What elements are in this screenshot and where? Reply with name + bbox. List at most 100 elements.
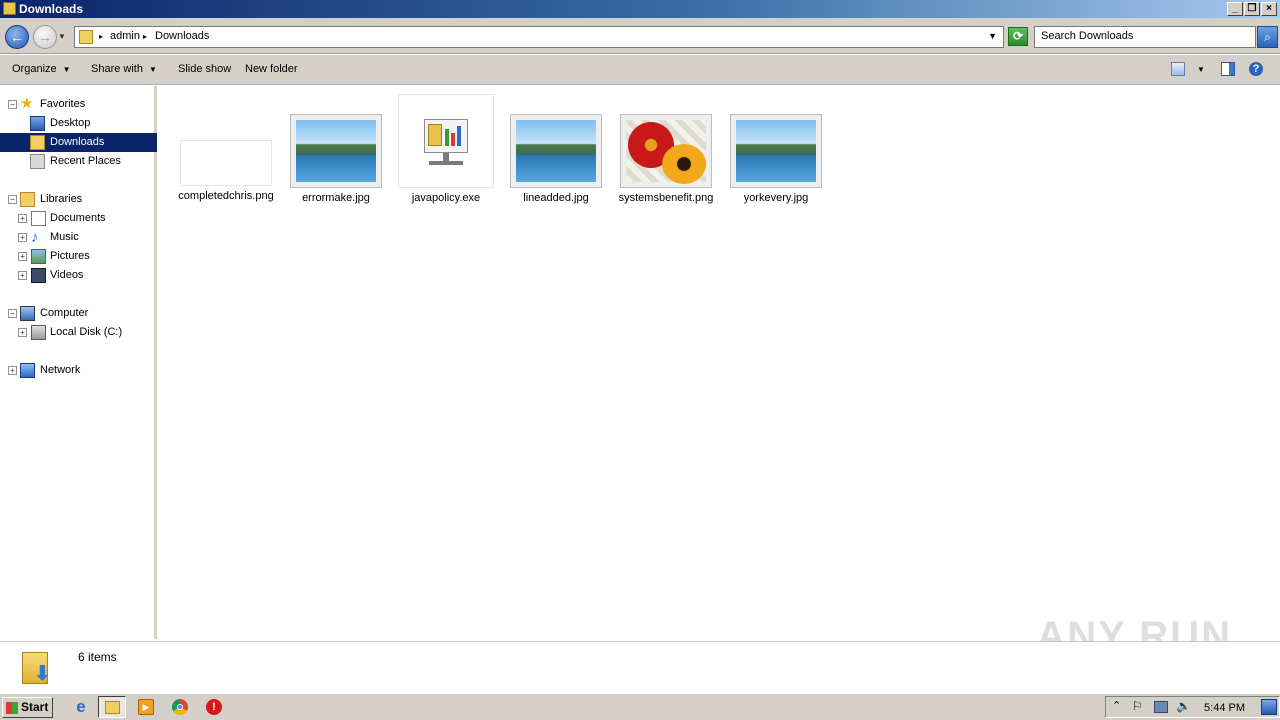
file-name: yorkevery.jpg xyxy=(743,192,809,204)
start-label: Start xyxy=(21,700,49,714)
search-icon[interactable]: ⌕ xyxy=(1257,26,1278,48)
expand-documents-icon[interactable]: + xyxy=(18,214,27,223)
expand-local-disk-icon[interactable]: + xyxy=(18,328,27,337)
expand-music-icon[interactable]: + xyxy=(18,233,27,242)
chevron-down-icon: ▼ xyxy=(62,65,71,74)
nav-favorites[interactable]: Favorites xyxy=(40,95,85,114)
file-item[interactable]: lineadded.jpg xyxy=(501,94,611,204)
restore-button[interactable]: ❐ xyxy=(1244,2,1260,16)
organize-label: Organize xyxy=(12,63,57,75)
internet-explorer-icon[interactable]: e xyxy=(67,696,95,718)
file-item[interactable]: errormake.jpg xyxy=(281,94,391,204)
collapse-computer-icon[interactable]: − xyxy=(8,309,17,318)
libraries-icon xyxy=(20,192,35,207)
network-status-icon[interactable] xyxy=(1154,701,1168,713)
landscape-thumbnail xyxy=(290,114,382,188)
action-center-flag-icon[interactable]: ⚐ xyxy=(1132,699,1143,713)
music-icon: ♪ xyxy=(31,229,39,246)
computer-icon xyxy=(20,306,35,321)
system-tray: ⌃ ⚐ 🔈 5:44 PM xyxy=(1105,696,1280,718)
nav-documents[interactable]: Documents xyxy=(50,209,106,228)
nav-libraries[interactable]: Libraries xyxy=(40,190,82,209)
preview-pane-icon[interactable] xyxy=(1221,62,1235,76)
nav-desktop[interactable]: Desktop xyxy=(50,114,90,133)
expand-pictures-icon[interactable]: + xyxy=(18,252,27,261)
nav-network[interactable]: Network xyxy=(40,361,80,380)
change-view-icon[interactable] xyxy=(1171,62,1185,76)
nav-downloads-selected[interactable]: Downloads xyxy=(0,133,157,152)
address-box[interactable]: ▸ admin ▸ Downloads ▼ xyxy=(74,26,1004,48)
file-name: lineadded.jpg xyxy=(523,192,589,204)
videos-icon xyxy=(31,268,46,283)
view-options-dropdown[interactable]: ▼ xyxy=(1197,65,1205,74)
help-icon[interactable]: ? xyxy=(1249,62,1263,76)
new-folder-button[interactable]: New folder xyxy=(245,63,298,75)
recent-pages-dropdown[interactable]: ▼ xyxy=(58,32,68,42)
windows-logo-icon xyxy=(6,702,18,714)
nav-videos[interactable]: Videos xyxy=(50,266,83,285)
file-item[interactable]: javapolicy.exe xyxy=(391,94,501,204)
file-item[interactable]: yorkevery.jpg xyxy=(721,94,831,204)
show-desktop-icon[interactable] xyxy=(1261,699,1277,715)
installer-icon xyxy=(398,94,494,188)
recent-places-icon xyxy=(30,154,45,169)
file-name: completedchris.png xyxy=(178,190,274,202)
file-item[interactable]: completedchris.png xyxy=(171,94,281,202)
file-name: systemsbenefit.png xyxy=(618,192,714,204)
desktop-icon xyxy=(30,116,45,131)
chevron-right-icon[interactable]: ▸ xyxy=(143,32,147,41)
chevron-down-icon: ▼ xyxy=(148,65,157,74)
item-count: 6 items xyxy=(78,650,117,664)
chevron-right-icon[interactable]: ▸ xyxy=(99,32,103,41)
breadcrumb-admin[interactable]: admin xyxy=(110,30,140,42)
landscape-thumbnail xyxy=(510,114,602,188)
folder-icon xyxy=(79,30,93,44)
search-input[interactable]: Search Downloads xyxy=(1034,26,1256,48)
media-player-icon[interactable]: ▶ xyxy=(132,696,160,718)
star-icon: ★ xyxy=(20,95,34,112)
address-dropdown-icon[interactable]: ▼ xyxy=(988,31,997,41)
start-button[interactable]: Start xyxy=(2,697,53,718)
file-name: errormake.jpg xyxy=(302,192,370,204)
nav-music[interactable]: Music xyxy=(50,228,79,247)
folder-icon xyxy=(3,2,16,15)
nav-pictures[interactable]: Pictures xyxy=(50,247,90,266)
expand-videos-icon[interactable]: + xyxy=(18,271,27,280)
clock[interactable]: 5:44 PM xyxy=(1204,702,1245,714)
close-button[interactable]: × xyxy=(1261,2,1277,16)
explorer-taskbar-button[interactable] xyxy=(98,696,126,718)
refresh-button[interactable]: ⟳ xyxy=(1008,27,1028,46)
forward-button[interactable]: → xyxy=(33,25,57,49)
documents-icon xyxy=(31,211,46,226)
file-list-view: completedchris.png errormake.jpg javapol… xyxy=(160,86,1280,639)
file-name: javapolicy.exe xyxy=(411,192,481,204)
collapse-favorites-icon[interactable]: − xyxy=(8,100,17,109)
drive-icon xyxy=(31,325,46,340)
folder-icon xyxy=(105,701,120,714)
chrome-icon[interactable] xyxy=(166,696,194,718)
command-bar: Organize ▼ Share with ▼ Slide show New fol… xyxy=(0,55,1280,85)
stop-icon[interactable]: ! xyxy=(200,696,228,718)
network-icon xyxy=(20,363,35,378)
show-hidden-icons-icon[interactable]: ⌃ xyxy=(1112,699,1121,712)
file-item[interactable]: systemsbenefit.png xyxy=(611,94,721,204)
flowers-thumbnail xyxy=(620,114,712,188)
nav-recent-places[interactable]: Recent Places xyxy=(50,152,121,171)
navigation-pane: − ★ Favorites Desktop Downloads Recent P… xyxy=(0,86,157,639)
back-button[interactable]: ← xyxy=(5,25,29,49)
slide-show-button[interactable]: Slide show xyxy=(178,63,231,75)
expand-network-icon[interactable]: + xyxy=(8,366,17,375)
minimize-button[interactable]: _ xyxy=(1227,2,1243,16)
share-with-button[interactable]: Share with ▼ xyxy=(91,63,157,75)
collapse-libraries-icon[interactable]: − xyxy=(8,195,17,204)
nav-local-disk[interactable]: Local Disk (C:) xyxy=(50,323,122,342)
landscape-thumbnail xyxy=(730,114,822,188)
blank-image-thumbnail xyxy=(180,140,272,186)
nav-computer[interactable]: Computer xyxy=(40,304,88,323)
title-bar: Downloads _ ❐ × xyxy=(0,0,1280,18)
organize-button[interactable]: Organize ▼ xyxy=(12,63,71,75)
volume-icon[interactable]: 🔈 xyxy=(1176,699,1191,713)
downloads-folder-icon: ⬇ xyxy=(20,648,54,686)
breadcrumb-downloads[interactable]: Downloads xyxy=(155,30,209,42)
window-title: Downloads xyxy=(19,2,84,16)
